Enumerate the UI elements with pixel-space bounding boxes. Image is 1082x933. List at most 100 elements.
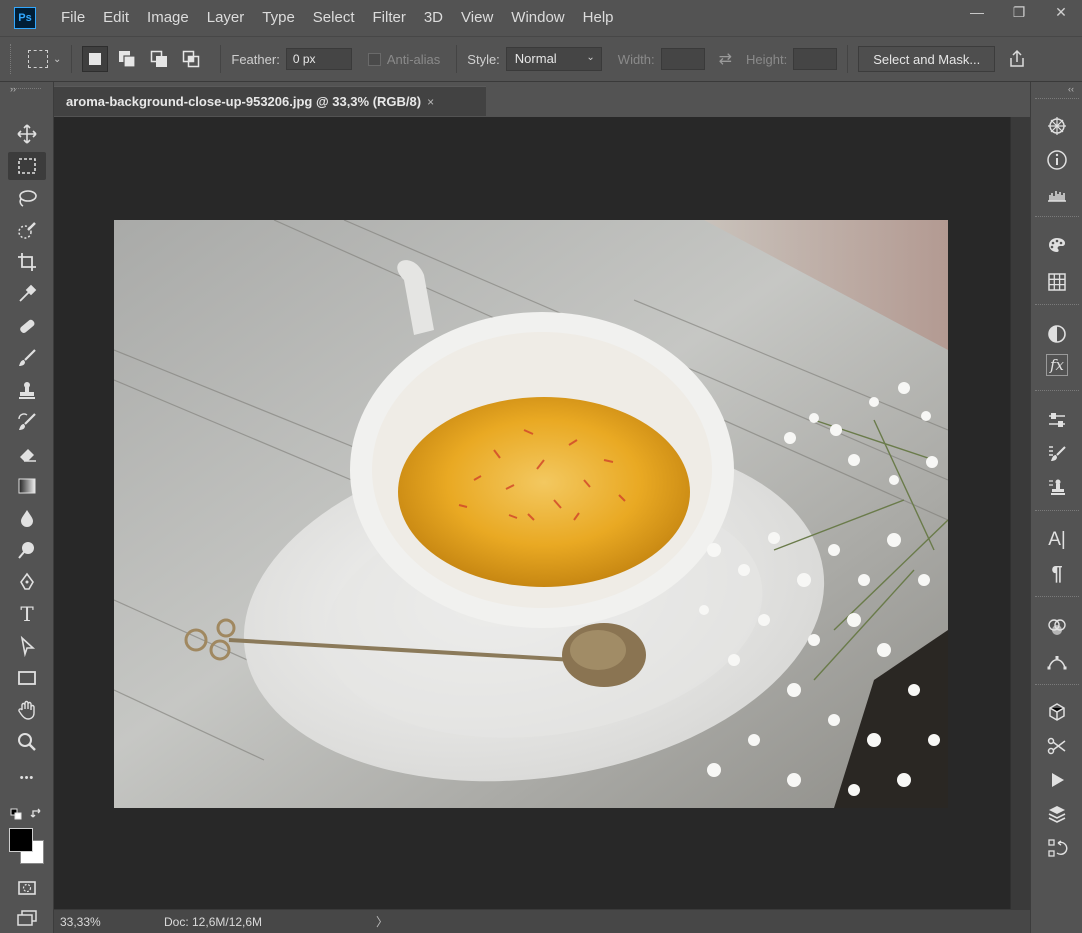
feather-input[interactable] — [285, 48, 352, 70]
foreground-color-swatch[interactable] — [9, 828, 33, 852]
adjustments-panel-button[interactable] — [1043, 320, 1071, 348]
subtract-selection-icon — [151, 50, 168, 67]
bandage-icon — [20, 319, 35, 333]
close-tab-icon[interactable]: × — [427, 95, 434, 109]
window-controls: — ❐ ✕ — [956, 0, 1082, 24]
menu-3d[interactable]: 3D — [415, 0, 452, 36]
screen-mode-button[interactable] — [8, 904, 46, 932]
menu-window[interactable]: Window — [502, 0, 573, 36]
style-select[interactable]: Normal ⌄ — [505, 47, 602, 71]
dodge-tool[interactable] — [8, 536, 46, 564]
menu-edit[interactable]: Edit — [94, 0, 138, 36]
vertical-scrollbar[interactable] — [1010, 117, 1030, 909]
new-selection-button[interactable] — [82, 46, 109, 72]
quick-selection-tool[interactable] — [8, 216, 46, 244]
share-button[interactable] — [1003, 45, 1031, 73]
color-panel-button[interactable] — [1043, 232, 1071, 260]
lasso-icon — [19, 190, 37, 207]
blur-tool[interactable] — [8, 504, 46, 532]
history-brush-tool[interactable] — [8, 408, 46, 436]
menu-image[interactable]: Image — [138, 0, 198, 36]
clone-source-panel-button[interactable] — [1043, 474, 1071, 502]
history-panel-button[interactable] — [1043, 834, 1071, 862]
swap-colors-icon[interactable] — [30, 807, 44, 821]
styles-panel-button[interactable]: fx — [1046, 354, 1068, 376]
crop-tool[interactable] — [8, 248, 46, 276]
close-window-button[interactable]: ✕ — [1040, 0, 1082, 24]
new-selection-icon — [89, 53, 102, 65]
more-dots-icon: ••• — [19, 772, 35, 784]
menu-help[interactable]: Help — [574, 0, 623, 36]
move-icon — [17, 124, 37, 144]
channels-panel-button[interactable] — [1043, 614, 1071, 642]
eyedropper-tool[interactable] — [8, 280, 46, 308]
path-selection-tool[interactable] — [8, 632, 46, 660]
info-panel-button[interactable] — [1043, 146, 1071, 174]
collapse-toolbar-icon[interactable]: ›› — [10, 84, 16, 94]
swap-width-height-icon[interactable]: ⇄ — [719, 49, 732, 69]
subtract-from-selection-button[interactable] — [146, 46, 172, 72]
menu-layer[interactable]: Layer — [198, 0, 254, 36]
paths-panel-button[interactable] — [1043, 648, 1071, 676]
collapse-dock-icon[interactable]: ‹‹ — [1068, 84, 1074, 94]
lasso-tool[interactable] — [8, 184, 46, 212]
paragraph-panel-button[interactable]: ¶ — [1043, 560, 1071, 588]
quick-selection-icon — [18, 222, 36, 239]
hand-tool[interactable] — [8, 696, 46, 724]
properties-panel-button[interactable] — [1043, 406, 1071, 434]
clone-stamp-tool[interactable] — [8, 376, 46, 404]
add-selection-icon — [119, 51, 136, 68]
type-tool[interactable]: T — [8, 600, 46, 628]
rectangle-tool[interactable] — [8, 664, 46, 692]
gradient-tool[interactable] — [8, 472, 46, 500]
menu-type[interactable]: Type — [253, 0, 304, 36]
menu-select[interactable]: Select — [304, 0, 364, 36]
quick-mask-button[interactable] — [8, 874, 46, 902]
zoom-level[interactable]: 33,33% — [54, 915, 114, 929]
tool-presets-panel-button[interactable] — [1043, 732, 1071, 760]
navigator-panel-button[interactable] — [1043, 112, 1071, 140]
intersect-selection-button[interactable] — [178, 46, 204, 72]
photoshop-logo-icon[interactable]: Ps — [14, 7, 36, 29]
dodge-icon — [18, 542, 34, 559]
3d-panel-button[interactable] — [1043, 698, 1071, 726]
stamp-icon — [19, 382, 35, 399]
zoom-tool[interactable] — [8, 728, 46, 756]
add-to-selection-button[interactable] — [114, 46, 140, 72]
document-tab[interactable]: aroma-background-close-up-953206.jpg @ 3… — [54, 86, 486, 116]
brush-settings-panel-button[interactable] — [1043, 440, 1071, 468]
menu-filter[interactable]: Filter — [364, 0, 415, 36]
layers-panel-button[interactable] — [1043, 800, 1071, 828]
menu-file[interactable]: File — [52, 0, 94, 36]
intersect-selection-icon — [183, 50, 200, 68]
brush-tool[interactable] — [8, 344, 46, 372]
status-menu-arrow-icon[interactable]: 〉 — [376, 913, 388, 930]
history-icon — [1048, 839, 1068, 857]
restore-button[interactable]: ❐ — [998, 0, 1040, 24]
character-panel-button[interactable]: A| — [1043, 526, 1071, 554]
toolbar-grip[interactable] — [12, 88, 41, 96]
document-image[interactable] — [114, 220, 948, 808]
antialias-checkbox[interactable] — [367, 52, 381, 66]
eraser-tool[interactable] — [8, 440, 46, 468]
options-grip[interactable] — [10, 44, 16, 74]
select-and-mask-button[interactable]: Select and Mask... — [858, 46, 996, 72]
tool-preset-picker[interactable]: ⌄ — [28, 50, 61, 68]
pen-tool[interactable] — [8, 568, 46, 596]
height-input[interactable] — [793, 48, 838, 70]
minimize-button[interactable]: — — [956, 0, 998, 24]
rectangular-marquee-tool[interactable] — [8, 152, 46, 180]
spot-healing-tool[interactable] — [8, 312, 46, 340]
rectangle-icon — [18, 671, 36, 685]
default-colors-icon[interactable] — [10, 808, 22, 820]
magnifier-icon — [18, 733, 36, 751]
scissors-icon — [1047, 737, 1066, 755]
histogram-panel-button[interactable] — [1043, 180, 1071, 208]
width-input[interactable] — [660, 48, 705, 70]
actions-panel-button[interactable] — [1043, 766, 1071, 794]
clone-source-icon — [1049, 479, 1065, 495]
move-tool[interactable] — [8, 120, 46, 148]
edit-toolbar-button[interactable]: ••• — [8, 764, 46, 792]
menu-view[interactable]: View — [452, 0, 502, 36]
swatches-panel-button[interactable] — [1043, 268, 1071, 296]
